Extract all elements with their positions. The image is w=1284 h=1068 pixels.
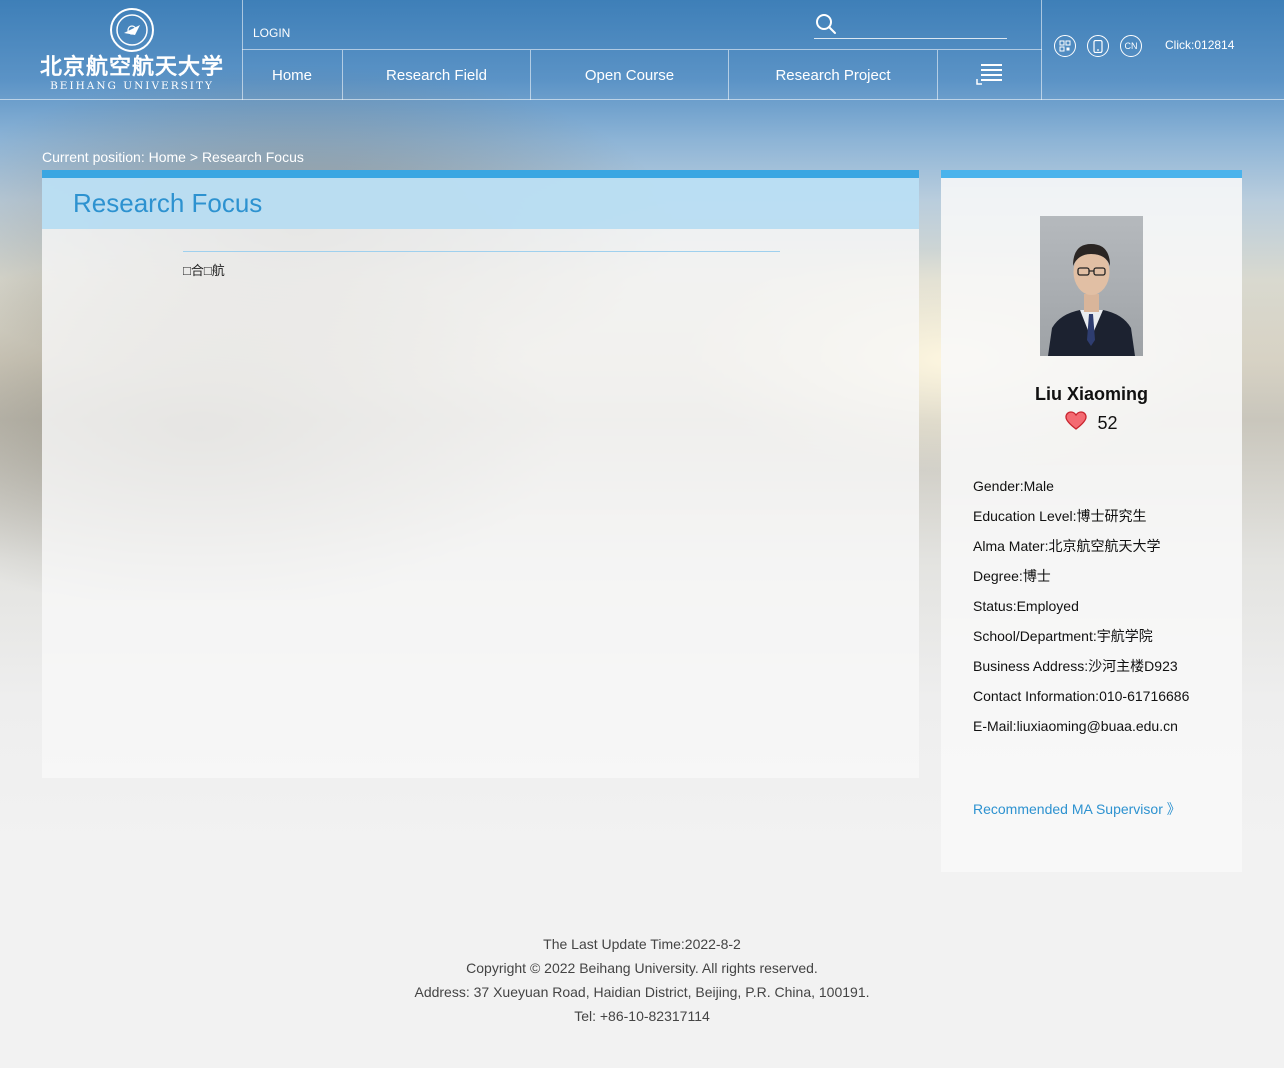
info-label: School/Department: xyxy=(973,628,1097,644)
info-value: 宇航学院 xyxy=(1096,628,1153,644)
info-alma-mater: Alma Mater:北京航空航天大学 xyxy=(973,536,1189,566)
like-counter: 52 xyxy=(941,411,1242,436)
main-navigation: Home Research Field Open Course Research… xyxy=(242,49,1042,100)
info-value: 北京航空航天大学 xyxy=(1048,538,1161,554)
university-logo[interactable]: 北京航空航天大学 BEIHANG UNIVERSITY xyxy=(40,8,224,94)
menu-button[interactable] xyxy=(938,50,1042,100)
mobile-icon[interactable] xyxy=(1087,35,1109,57)
info-gender: Gender:Male xyxy=(973,476,1189,506)
info-label: E-Mail: xyxy=(973,718,1017,734)
info-value: Employed xyxy=(1016,598,1079,614)
research-focus-text: □合□航 xyxy=(183,263,225,278)
breadcrumb-separator: > xyxy=(189,149,199,165)
info-value: 博士研究生 xyxy=(1076,508,1147,524)
info-label: Education Level: xyxy=(973,508,1077,524)
heart-icon[interactable] xyxy=(1065,411,1088,436)
search-icon[interactable] xyxy=(814,12,838,41)
info-department: School/Department:宇航学院 xyxy=(973,626,1189,656)
breadcrumb: Current position: Home > Research Focus xyxy=(42,149,304,165)
nav-research-project[interactable]: Research Project xyxy=(729,50,938,100)
hamburger-menu-icon xyxy=(976,61,1004,90)
info-education-level: Education Level:博士研究生 xyxy=(973,506,1189,536)
recommend-supervisor-link[interactable]: Recommended MA Supervisor 》 xyxy=(973,799,1181,819)
info-value: Male xyxy=(1023,478,1054,494)
nav-open-course[interactable]: Open Course xyxy=(531,50,729,100)
click-counter: Click:012814 xyxy=(1165,38,1234,52)
info-label: Gender: xyxy=(973,478,1024,494)
click-label: Click: xyxy=(1165,38,1195,52)
info-email: E-Mail:liuxiaoming@buaa.edu.cn xyxy=(973,716,1189,746)
info-degree: Degree:博士 xyxy=(973,566,1189,596)
language-cn-icon[interactable]: CN xyxy=(1120,35,1142,57)
panel-header: Research Focus xyxy=(42,178,919,229)
info-label: Degree: xyxy=(973,568,1023,584)
logo-english-name: BEIHANG UNIVERSITY xyxy=(50,80,214,92)
search-box xyxy=(814,10,1007,39)
breadcrumb-prefix: Current position: xyxy=(42,149,145,165)
profile-sidebar: Liu Xiaoming 52 Gender:Male Education Le… xyxy=(941,170,1242,872)
last-update: The Last Update Time:2022-8-2 xyxy=(543,936,741,952)
info-contact: Contact Information:010-61716686 xyxy=(973,686,1189,716)
info-value: 沙河主楼D923 xyxy=(1088,658,1178,674)
info-status: Status:Employed xyxy=(973,596,1189,626)
profile-photo xyxy=(1040,216,1143,356)
info-value[interactable]: liuxiaoming@buaa.edu.cn xyxy=(1017,718,1178,734)
breadcrumb-home-link[interactable]: Home xyxy=(149,149,186,165)
page-title: Research Focus xyxy=(73,188,263,218)
telephone: Tel: +86-10-82317114 xyxy=(574,1008,710,1024)
university-emblem-icon xyxy=(110,8,154,52)
info-business-address: Business Address:沙河主楼D923 xyxy=(973,656,1189,686)
login-link[interactable]: LOGIN xyxy=(253,26,290,40)
site-header: 北京航空航天大学 BEIHANG UNIVERSITY LOGIN Home R… xyxy=(0,0,1284,100)
nav-home[interactable]: Home xyxy=(242,50,343,100)
site-footer: The Last Update Time:2022-8-2 Copyright … xyxy=(0,932,1284,1028)
header-tools: CN xyxy=(1054,35,1142,57)
profile-info-list: Gender:Male Education Level:博士研究生 Alma M… xyxy=(973,476,1189,746)
info-value: 博士 xyxy=(1022,568,1051,584)
like-count: 52 xyxy=(1097,413,1118,433)
nav-research-field[interactable]: Research Field xyxy=(343,50,531,100)
content-divider xyxy=(183,251,780,252)
address: Address: 37 Xueyuan Road, Haidian Distri… xyxy=(414,984,870,1000)
breadcrumb-current[interactable]: Research Focus xyxy=(202,149,304,165)
info-label: Alma Mater: xyxy=(973,538,1049,554)
click-value: 012814 xyxy=(1194,38,1235,52)
info-label: Contact Information: xyxy=(973,688,1100,704)
profile-name: Liu Xiaoming xyxy=(1034,384,1148,404)
info-label: Business Address: xyxy=(973,658,1089,674)
research-focus-panel: Research Focus □合□航 xyxy=(42,170,919,778)
logo-chinese-name: 北京航空航天大学 xyxy=(40,54,225,80)
search-input[interactable] xyxy=(842,12,1002,36)
copyright: Copyright © 2022 Beihang University. All… xyxy=(466,960,818,976)
info-label: Status: xyxy=(973,598,1017,614)
qr-code-icon[interactable] xyxy=(1054,35,1076,57)
info-value: 010-61716686 xyxy=(1099,688,1190,704)
